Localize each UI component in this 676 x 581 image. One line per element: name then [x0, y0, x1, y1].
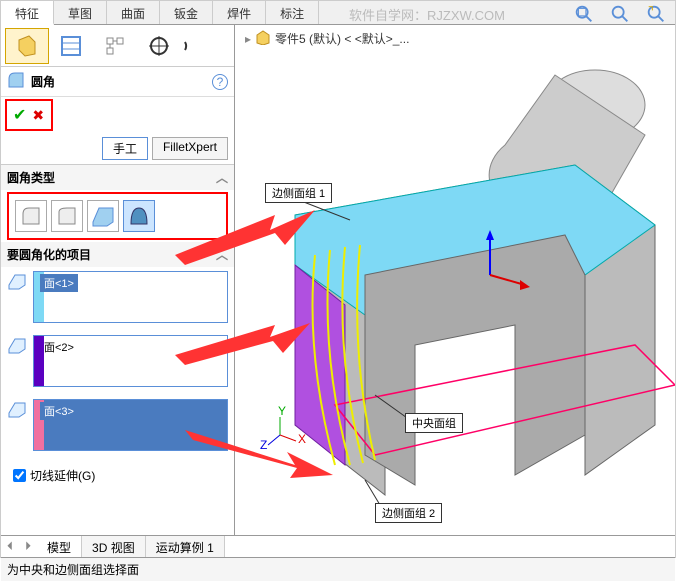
- type-constant-icon[interactable]: [15, 200, 47, 232]
- ok-button[interactable]: ✔: [13, 105, 26, 125]
- more-icon[interactable]: [181, 28, 201, 64]
- fillet-type-header[interactable]: 圆角类型 ︿: [1, 165, 234, 190]
- dimxpert-icon[interactable]: [137, 28, 181, 64]
- tab-sketch[interactable]: 草图: [54, 1, 107, 24]
- watermark-text: 软件自学网：RJZXW.COM: [349, 5, 505, 24]
- confirm-buttons: ✔ ✖: [5, 99, 53, 131]
- cancel-button[interactable]: ✖: [32, 107, 44, 124]
- config-mgr-icon[interactable]: [93, 28, 137, 64]
- filletxpert-button[interactable]: FilletXpert: [152, 137, 228, 160]
- face-3-label: 面<3>: [40, 402, 78, 420]
- bottom-tab-model[interactable]: 模型: [37, 536, 82, 557]
- face-icon: [7, 399, 27, 419]
- arrow-2: [175, 315, 315, 385]
- fillet-type-label: 圆角类型: [7, 169, 55, 186]
- tab-features[interactable]: 特征: [1, 1, 54, 25]
- help-icon[interactable]: ?: [212, 74, 228, 90]
- bottom-tabs: ⏴ ⏵ 模型 3D 视图 运动算例 1: [1, 535, 675, 557]
- tab-nav-left[interactable]: ⏴: [1, 536, 19, 557]
- tab-annotation[interactable]: 标注: [266, 1, 319, 24]
- feature-tree-icon[interactable]: [5, 28, 49, 64]
- face-1-label: 面<1>: [40, 274, 78, 292]
- label-center: 中央面组: [405, 413, 463, 433]
- type-face-icon[interactable]: [87, 200, 119, 232]
- tab-surface[interactable]: 曲面: [107, 1, 160, 24]
- tab-sheetmetal[interactable]: 钣金: [160, 1, 213, 24]
- feature-header: 圆角 ?: [1, 67, 234, 97]
- face-2-label: 面<2>: [40, 338, 78, 356]
- svg-text:Y: Y: [278, 404, 286, 418]
- property-mgr-icon[interactable]: [49, 28, 93, 64]
- arrow-1: [175, 205, 315, 285]
- arrow-3: [185, 420, 335, 500]
- label-side1: 边侧面组 1: [265, 183, 332, 203]
- feature-name: 圆角: [31, 73, 55, 90]
- bottom-tab-motion[interactable]: 运动算例 1: [146, 536, 225, 557]
- manual-button[interactable]: 手工: [102, 137, 148, 160]
- items-label: 要圆角化的项目: [7, 246, 91, 263]
- tangent-checkbox[interactable]: [13, 469, 26, 482]
- bottom-tab-3dview[interactable]: 3D 视图: [82, 536, 146, 557]
- chevron-up-icon: ︿: [216, 169, 228, 186]
- panel-tab-icons: [1, 25, 234, 67]
- type-variable-icon[interactable]: [51, 200, 83, 232]
- tangent-label: 切线延伸(G): [30, 467, 95, 484]
- face-icon: [7, 335, 27, 355]
- fillet-icon: [7, 71, 25, 92]
- tab-nav-right[interactable]: ⏵: [19, 536, 37, 557]
- label-side2: 边侧面组 2: [375, 503, 442, 523]
- face-icon: [7, 271, 27, 291]
- type-full-round-icon[interactable]: [123, 200, 155, 232]
- mode-toggle: 手工 FilletXpert: [1, 133, 234, 165]
- graphics-viewport[interactable]: ▸ 零件5 (默认) < <默认>_...: [235, 25, 675, 535]
- tab-weldment[interactable]: 焊件: [213, 1, 266, 24]
- status-bar: 为中央和边侧面组选择面: [1, 557, 675, 581]
